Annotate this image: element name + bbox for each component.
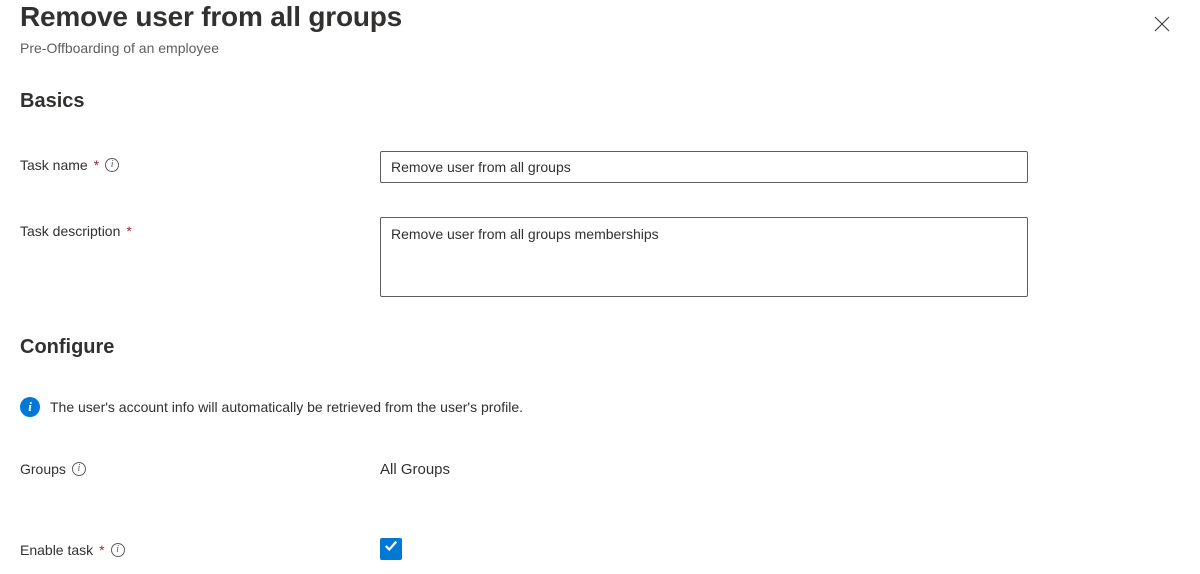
info-message: The user's account info will automatical… [50, 399, 523, 415]
page-title: Remove user from all groups [20, 0, 1146, 34]
enable-task-label: Enable task [20, 542, 93, 558]
task-name-label: Task name [20, 157, 88, 173]
page-subtitle: Pre-Offboarding of an employee [20, 40, 1146, 56]
info-icon[interactable]: i [105, 158, 119, 172]
info-icon[interactable]: i [111, 543, 125, 557]
groups-value: All Groups [380, 455, 1028, 478]
checkmark-icon [384, 539, 398, 558]
enable-task-checkbox[interactable] [380, 538, 402, 560]
required-indicator: * [94, 157, 99, 173]
section-configure-title: Configure [20, 336, 1176, 359]
required-indicator: * [99, 542, 104, 558]
groups-label: Groups [20, 461, 66, 477]
task-name-input[interactable] [380, 151, 1028, 183]
close-button[interactable] [1146, 8, 1178, 40]
info-icon[interactable]: i [72, 462, 86, 476]
required-indicator: * [126, 223, 131, 239]
task-description-label: Task description [20, 223, 120, 239]
info-icon: i [20, 397, 40, 417]
section-basics-title: Basics [20, 90, 1176, 113]
task-description-input[interactable] [380, 217, 1028, 297]
